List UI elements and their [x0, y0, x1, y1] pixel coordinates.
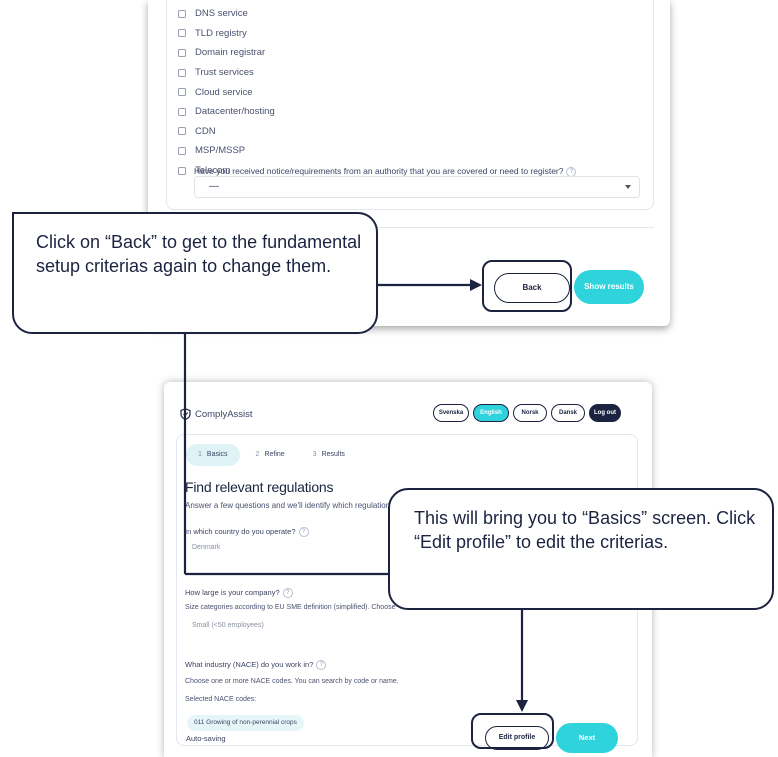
edit-profile-highlight [471, 713, 554, 749]
authority-select[interactable]: — [194, 176, 640, 198]
lang-norsk-button[interactable]: Norsk [513, 404, 547, 422]
checkbox-msp-mssp[interactable]: MSP/MSSP [178, 141, 275, 161]
next-button[interactable]: Next [556, 723, 618, 753]
nace-code-chip[interactable]: 011 Growing of non-perennial crops [187, 715, 304, 731]
shield-icon [180, 408, 191, 420]
autosave-status: Auto-saving [186, 734, 226, 743]
lang-dansk-button[interactable]: Dansk [551, 404, 585, 422]
size-question: How large is your company?? [185, 588, 293, 599]
lang-english-button[interactable]: English [473, 404, 509, 422]
logout-button[interactable]: Log out [589, 404, 621, 422]
lang-svenska-button[interactable]: Svenska [433, 404, 469, 422]
help-icon[interactable]: ? [282, 588, 293, 599]
selected-codes-label: Selected NACE codes: [185, 696, 257, 703]
size-field[interactable]: Small (<50 employees) [192, 622, 264, 629]
app-logo[interactable]: ComplyAssist [180, 408, 253, 420]
checkbox-icon[interactable] [178, 107, 186, 116]
checkbox-icon[interactable] [178, 48, 186, 57]
checkbox-dns-service[interactable]: DNS service [178, 4, 275, 24]
checkbox-icon[interactable] [178, 88, 186, 97]
checkbox-icon[interactable] [178, 146, 186, 155]
help-icon[interactable]: ? [316, 660, 327, 671]
checkbox-domain-registrar[interactable]: Domain registrar [178, 43, 275, 63]
basics-callout: This will bring you to “Basics” screen. … [388, 488, 774, 610]
checkbox-icon[interactable] [178, 166, 186, 175]
tab-refine[interactable]: 2 Refine [244, 444, 297, 466]
back-callout: Click on “Back” to get to the fundamenta… [12, 212, 378, 334]
checkbox-trust-services[interactable]: Trust services [178, 63, 275, 83]
checkbox-icon[interactable] [178, 29, 186, 38]
checkbox-cdn[interactable]: CDN [178, 122, 275, 142]
industry-question: What industry (NACE) do you work in?? [185, 660, 327, 671]
size-hint: Size categories according to EU SME defi… [185, 604, 396, 611]
checkbox-datacenter-hosting[interactable]: Datacenter/hosting [178, 102, 275, 122]
show-results-button[interactable]: Show results [574, 270, 644, 304]
page-subtitle: Answer a few questions and we'll identif… [185, 501, 395, 510]
checkbox-icon[interactable] [178, 68, 186, 77]
checkbox-tld-registry[interactable]: TLD registry [178, 24, 275, 44]
back-button-highlight [482, 260, 572, 312]
chevron-down-icon [625, 185, 631, 189]
sector-checklist: DNS service TLD registry Domain registra… [178, 4, 275, 180]
checkbox-cloud-service[interactable]: Cloud service [178, 82, 275, 102]
help-icon[interactable]: ? [298, 527, 309, 538]
wizard-steps: 1 Basics 2 Refine 3 Results [186, 444, 361, 466]
country-question: In which country do you operate?? [185, 527, 309, 538]
tab-basics[interactable]: 1 Basics [186, 444, 240, 466]
checkbox-icon[interactable] [178, 127, 186, 136]
industry-hint: Choose one or more NACE codes. You can s… [185, 678, 399, 685]
page-title: Find relevant regulations [185, 479, 334, 495]
country-field[interactable]: Denmark [192, 544, 220, 551]
tab-results[interactable]: 3 Results [301, 444, 357, 466]
checkbox-icon[interactable] [178, 9, 186, 18]
